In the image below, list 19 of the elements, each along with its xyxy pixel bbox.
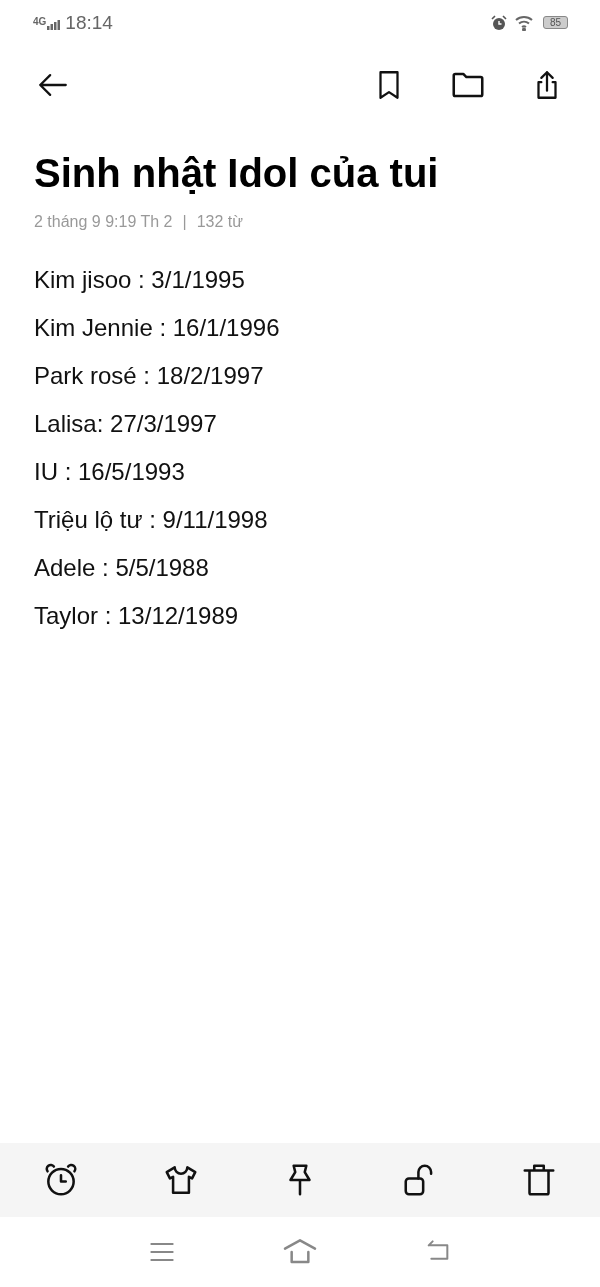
trash-button[interactable] (520, 1161, 558, 1199)
note-date: 2 tháng 9 9:19 Th 2 (34, 213, 173, 231)
note-line: IU : 16/5/1993 (34, 457, 186, 486)
separator: | (182, 213, 187, 231)
wifi-icon (514, 14, 535, 31)
note-line: Kim Jennie : 16/1/1996 (34, 313, 281, 342)
note-title: Sinh nhật Idol của tui (34, 150, 440, 197)
note-line: Park rosé : 18/2/1997 (34, 361, 265, 390)
note-line: Kim jisoo : 3/1/1995 (34, 265, 246, 294)
network-label: 4G (33, 15, 47, 27)
note-line: Triệu lộ tư : 9/11/1998 (34, 505, 269, 534)
alarm-icon (490, 14, 507, 31)
status-time: 18:14 (65, 11, 113, 34)
signal-icon (47, 19, 62, 30)
note-line: Taylor : 13/12/1989 (34, 601, 240, 630)
word-count: 132 từ (196, 213, 243, 231)
note-line: Lalisa: 27/3/1997 (34, 409, 218, 438)
note-line: Adele : 5/5/1988 (34, 553, 210, 582)
battery-level: 85 (542, 16, 568, 29)
